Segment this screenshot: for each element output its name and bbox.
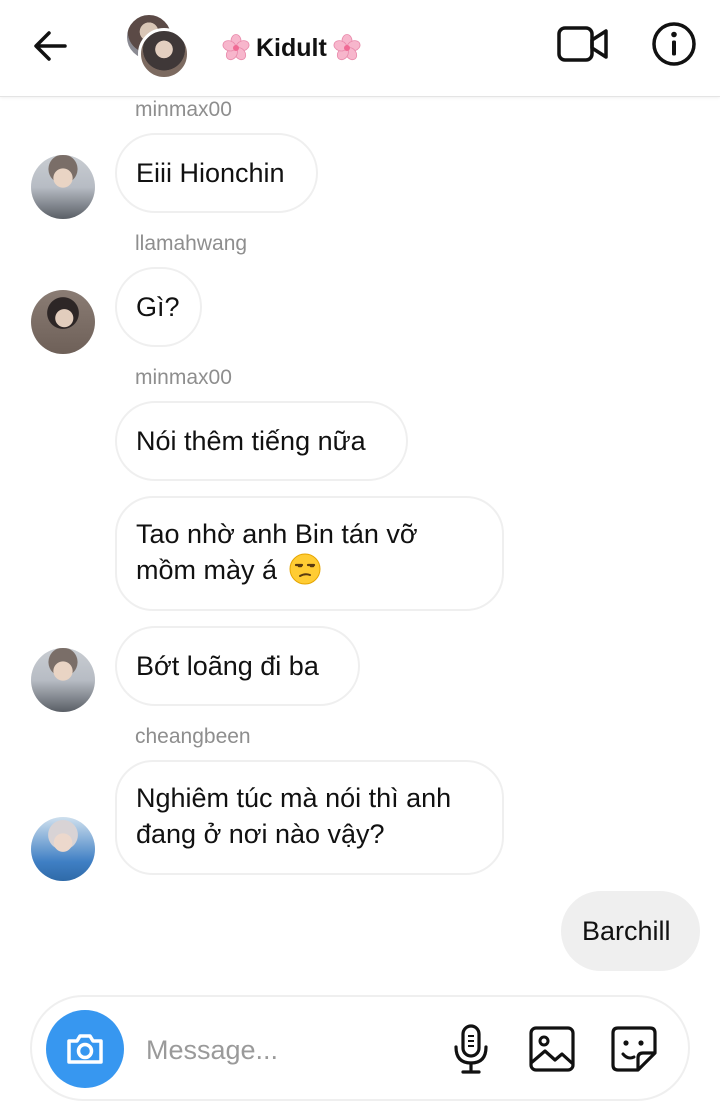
sticker-button[interactable] <box>608 1023 660 1075</box>
message-sender: cheangbeen <box>135 725 251 748</box>
message-sender: minmax00 <box>135 98 232 121</box>
cherry-blossom-icon <box>222 34 250 61</box>
avatar[interactable] <box>31 290 95 354</box>
gallery-button[interactable] <box>526 1023 578 1075</box>
avatar[interactable] <box>31 817 95 881</box>
message-bubble[interactable]: Nói thêm tiếng nữa <box>115 401 408 481</box>
back-arrow-icon <box>34 31 67 61</box>
cherry-blossom-icon <box>333 34 361 61</box>
group-avatar[interactable] <box>124 12 190 80</box>
camera-button[interactable] <box>46 1010 124 1088</box>
message-text-line: đang ở nơi nào vậy? <box>136 819 385 849</box>
avatar[interactable] <box>31 648 95 712</box>
voice-message-button[interactable] <box>446 1023 496 1075</box>
message-text: Bớt loãng đi ba <box>136 651 319 681</box>
chat-title: Kidult <box>256 33 327 62</box>
microphone-icon <box>454 1024 488 1074</box>
conversation-info-button[interactable] <box>650 20 698 68</box>
message-text-line: Tao nhờ anh Bin tán vỡ <box>136 519 418 549</box>
video-call-button[interactable] <box>556 22 610 66</box>
message-text: Eiii Hionchin <box>136 158 285 188</box>
message-text-line: Nghiêm túc mà nói thì anh <box>136 783 452 813</box>
message-composer <box>30 995 690 1101</box>
message-text: Barchill <box>582 916 671 946</box>
unamused-face-emoji-icon <box>289 553 321 585</box>
message-text-line: mồm mày á <box>136 555 278 585</box>
message-bubble[interactable]: Eiii Hionchin <box>115 133 318 213</box>
chat-title-group[interactable]: Kidult <box>222 30 361 66</box>
message-sender: minmax00 <box>135 366 232 389</box>
video-call-icon <box>557 26 608 62</box>
message-bubble[interactable]: Bớt loãng đi ba <box>115 626 360 706</box>
avatar[interactable] <box>31 155 95 219</box>
group-member-avatar <box>138 28 190 80</box>
message-bubble[interactable]: Tao nhờ anh Bin tán vỡ mồm mày á <box>115 496 504 611</box>
message-bubble[interactable]: Gì? <box>115 267 202 347</box>
info-icon <box>652 22 696 66</box>
message-sender: llamahwang <box>135 232 248 255</box>
own-message-bubble[interactable]: Barchill <box>561 891 700 971</box>
back-button[interactable] <box>28 24 72 68</box>
message-text: Nói thêm tiếng nữa <box>136 426 366 456</box>
chat-header: Kidult <box>0 0 720 97</box>
gallery-icon <box>529 1026 575 1072</box>
sticker-icon <box>611 1026 657 1072</box>
message-text: Gì? <box>136 292 180 322</box>
message-bubble[interactable]: Nghiêm túc mà nói thì anh đang ở nơi nào… <box>115 760 504 875</box>
message-input[interactable] <box>144 1025 428 1075</box>
camera-icon <box>67 1034 103 1064</box>
